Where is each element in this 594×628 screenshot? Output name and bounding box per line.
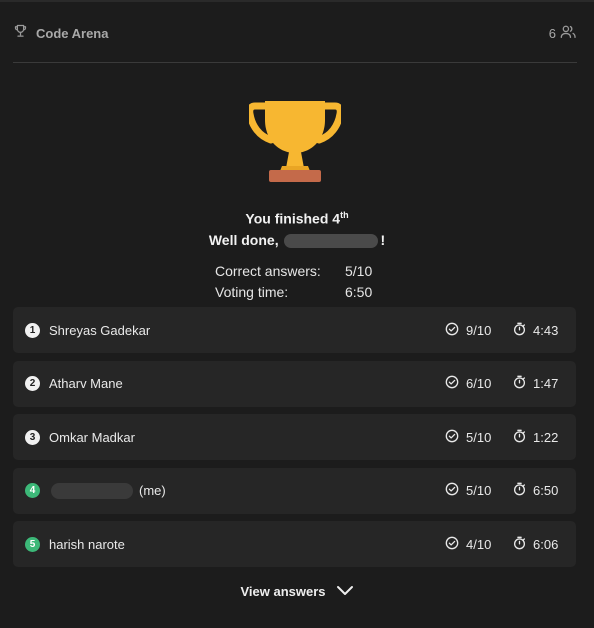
leaderboard-row-me[interactable]: 4 (me) 5/10 6:50 bbox=[13, 467, 576, 514]
me-label: (me) bbox=[139, 483, 166, 498]
check-circle-icon bbox=[445, 375, 459, 392]
leaderboard-row[interactable]: 3 Omkar Madkar 5/10 1:22 bbox=[13, 414, 576, 460]
header: Code Arena 6 bbox=[13, 18, 577, 48]
stopwatch-icon bbox=[513, 322, 526, 339]
player-name: Shreyas Gadekar bbox=[49, 322, 151, 338]
rank-badge: 5 bbox=[25, 536, 40, 552]
stat-value: 6:50 bbox=[345, 283, 373, 300]
correct-value: 5/10 bbox=[466, 483, 492, 498]
finish-place: 4 bbox=[332, 210, 341, 227]
redacted-my-name bbox=[51, 482, 133, 499]
stat-label: Correct answers: bbox=[215, 262, 321, 279]
redacted-username bbox=[284, 234, 379, 249]
trophy-icon bbox=[246, 98, 344, 190]
correct-value: 5/10 bbox=[466, 429, 492, 445]
check-circle-icon bbox=[445, 429, 459, 446]
correct-metric: 5/10 bbox=[445, 482, 491, 499]
leaderboard: 1 Shreyas Gadekar 9/10 4:43 2 Atharv Man… bbox=[13, 307, 576, 575]
participants-number: 6 bbox=[548, 25, 556, 41]
check-circle-icon bbox=[445, 536, 459, 553]
finish-prefix: You finished bbox=[245, 210, 333, 227]
results-panel: Code Arena 6 You finished 4th Well done,… bbox=[0, 0, 594, 628]
time-value: 1:47 bbox=[533, 376, 559, 391]
stat-value: 5/10 bbox=[345, 262, 373, 279]
time-metric: 1:47 bbox=[513, 375, 558, 392]
rank-badge: 1 bbox=[25, 322, 40, 338]
stat-voting-time: Voting time: 6:50 bbox=[215, 281, 372, 302]
stopwatch-icon bbox=[513, 429, 526, 446]
view-answers-label: View answers bbox=[240, 584, 326, 599]
rank-badge: 3 bbox=[25, 429, 40, 445]
well-done-line: Well done, ! bbox=[0, 232, 594, 249]
time-metric: 1:22 bbox=[513, 429, 558, 446]
header-divider bbox=[13, 62, 577, 63]
stopwatch-icon bbox=[513, 536, 526, 553]
time-metric: 6:50 bbox=[513, 482, 558, 499]
my-stats: Correct answers: 5/10 Voting time: 6:50 bbox=[215, 260, 372, 302]
leaderboard-row[interactable]: 2 Atharv Mane 6/10 1:47 bbox=[13, 360, 576, 407]
time-value: 4:43 bbox=[533, 322, 559, 338]
time-value: 1:22 bbox=[533, 429, 559, 445]
correct-metric: 9/10 bbox=[445, 322, 491, 339]
time-value: 6:06 bbox=[533, 536, 559, 552]
arena-title: Code Arena bbox=[36, 25, 109, 41]
stat-correct-answers: Correct answers: 5/10 bbox=[215, 260, 372, 281]
time-metric: 6:06 bbox=[513, 536, 558, 553]
time-value: 6:50 bbox=[533, 483, 559, 498]
time-metric: 4:43 bbox=[513, 322, 558, 339]
stopwatch-icon bbox=[513, 482, 526, 499]
check-circle-icon bbox=[445, 482, 459, 499]
correct-value: 6/10 bbox=[466, 376, 492, 391]
stat-label: Voting time: bbox=[215, 283, 289, 300]
finish-line: You finished 4th bbox=[0, 210, 594, 227]
participants-count[interactable]: 6 bbox=[549, 24, 577, 42]
player-name: harish narote bbox=[49, 536, 125, 552]
check-circle-icon bbox=[445, 322, 459, 339]
chevron-down-icon bbox=[336, 584, 354, 599]
header-title-group: Code Arena bbox=[13, 23, 108, 43]
leaderboard-row[interactable]: 1 Shreyas Gadekar 9/10 4:43 bbox=[13, 307, 576, 353]
trophy-outline-icon bbox=[13, 23, 28, 43]
player-name: Atharv Mane bbox=[49, 376, 123, 391]
well-done-suffix: ! bbox=[380, 232, 386, 248]
rank-badge: 2 bbox=[25, 376, 40, 391]
correct-metric: 4/10 bbox=[445, 536, 491, 553]
well-done-prefix: Well done, bbox=[208, 232, 279, 248]
correct-value: 4/10 bbox=[466, 536, 492, 552]
player-name: Omkar Madkar bbox=[49, 429, 135, 445]
view-answers-button[interactable]: View answers bbox=[0, 584, 594, 599]
rank-badge: 4 bbox=[25, 483, 40, 498]
leaderboard-row[interactable]: 5 harish narote 4/10 6:06 bbox=[13, 521, 576, 567]
finish-suffix: th bbox=[340, 210, 349, 220]
correct-value: 9/10 bbox=[466, 322, 492, 338]
correct-metric: 5/10 bbox=[445, 429, 491, 446]
users-icon bbox=[560, 24, 577, 42]
correct-metric: 6/10 bbox=[445, 375, 491, 392]
stopwatch-icon bbox=[513, 375, 526, 392]
